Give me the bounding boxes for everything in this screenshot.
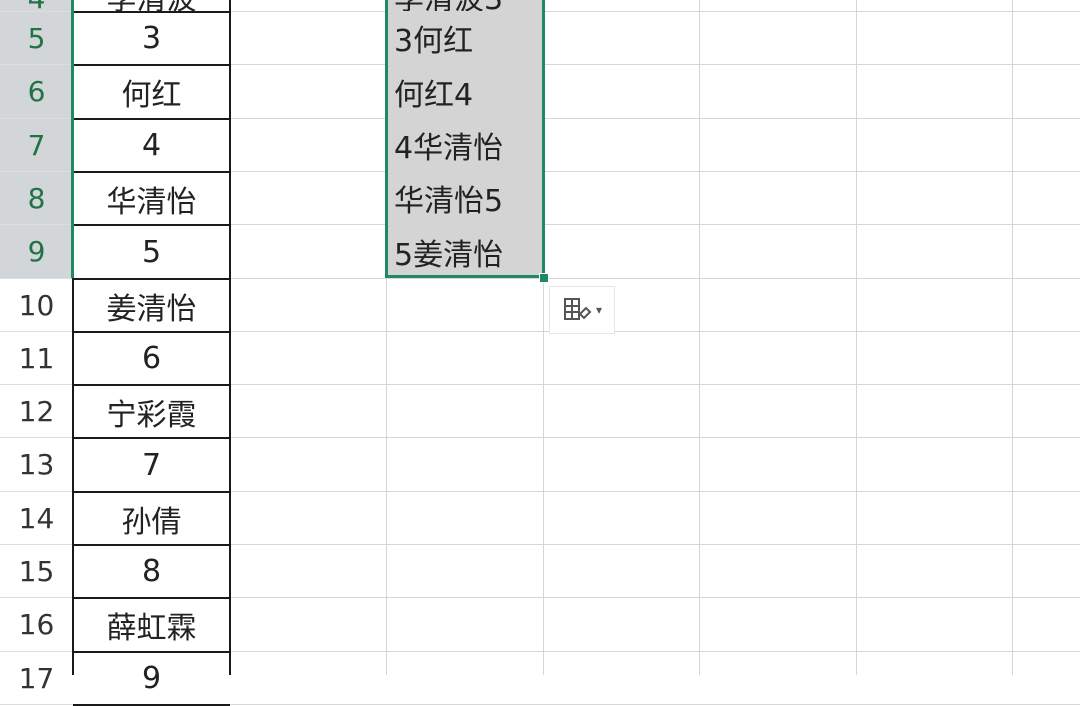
row-header[interactable]: 5 <box>0 12 73 65</box>
cell-a[interactable]: 3 <box>73 12 230 65</box>
spreadsheet-grid[interactable]: 4 李清波 李清波3 533何红6何红何红4744华清怡8华清怡华清怡5955姜… <box>0 0 1080 706</box>
row-header[interactable]: 13 <box>0 438 73 492</box>
cell-a[interactable]: 4 <box>73 119 230 172</box>
paste-options-icon <box>563 298 592 320</box>
gridline <box>1012 0 1013 675</box>
gridline <box>386 0 387 675</box>
cell-a[interactable]: 8 <box>73 545 230 598</box>
row-header[interactable]: 10 <box>0 279 73 332</box>
cell-border <box>73 384 230 386</box>
cell-c[interactable]: 4华清怡 <box>388 119 543 172</box>
row-header[interactable]: 16 <box>0 598 73 652</box>
chevron-down-icon: ▾ <box>595 303 603 317</box>
cell-a[interactable]: 7 <box>73 438 230 492</box>
row-header[interactable]: 6 <box>0 65 73 119</box>
cell-border <box>73 544 230 546</box>
cell-a[interactable]: 姜清怡 <box>73 279 230 332</box>
row-header[interactable]: 8 <box>0 172 73 225</box>
cell-border <box>73 171 230 173</box>
cell-a[interactable]: 9 <box>73 652 230 705</box>
row-header[interactable]: 17 <box>0 652 73 705</box>
row-header[interactable]: 9 <box>0 225 73 279</box>
cell-c[interactable]: 5姜清怡 <box>388 225 543 279</box>
fill-handle[interactable] <box>539 273 549 283</box>
cell-a[interactable]: 华清怡 <box>73 172 230 225</box>
cell-c[interactable]: 3何红 <box>388 12 543 65</box>
cell-border <box>73 11 230 13</box>
paste-options-button[interactable]: ▾ <box>549 286 615 334</box>
cell-border <box>73 437 230 439</box>
cell-border <box>73 651 230 653</box>
row-header[interactable]: 11 <box>0 332 73 385</box>
row-header-selection-edge <box>71 0 74 278</box>
row-header[interactable]: 14 <box>0 492 73 545</box>
row-header[interactable]: 4 <box>0 0 73 15</box>
cell-border <box>73 597 230 599</box>
cell-border <box>73 118 230 120</box>
cell-a[interactable]: 薛虹霖 <box>73 598 230 652</box>
gridline <box>543 0 544 675</box>
row-header[interactable]: 12 <box>0 385 73 438</box>
cell-c[interactable]: 何红4 <box>388 65 543 119</box>
cell-border <box>73 224 230 226</box>
row-header[interactable]: 15 <box>0 545 73 598</box>
cell-c[interactable]: 华清怡5 <box>388 172 543 225</box>
cell-border <box>73 331 230 333</box>
gridline <box>699 0 700 675</box>
cell-border <box>73 64 230 66</box>
cell-border <box>73 278 230 280</box>
cell-a[interactable]: 孙倩 <box>73 492 230 545</box>
cell-a[interactable]: 5 <box>73 225 230 279</box>
cell-border <box>229 0 231 675</box>
cell-border <box>73 491 230 493</box>
cell-a[interactable]: 何红 <box>73 65 230 119</box>
cell-a[interactable]: 宁彩霞 <box>73 385 230 438</box>
row-header[interactable]: 7 <box>0 119 73 172</box>
cell-a[interactable]: 6 <box>73 332 230 385</box>
gridline <box>856 0 857 675</box>
